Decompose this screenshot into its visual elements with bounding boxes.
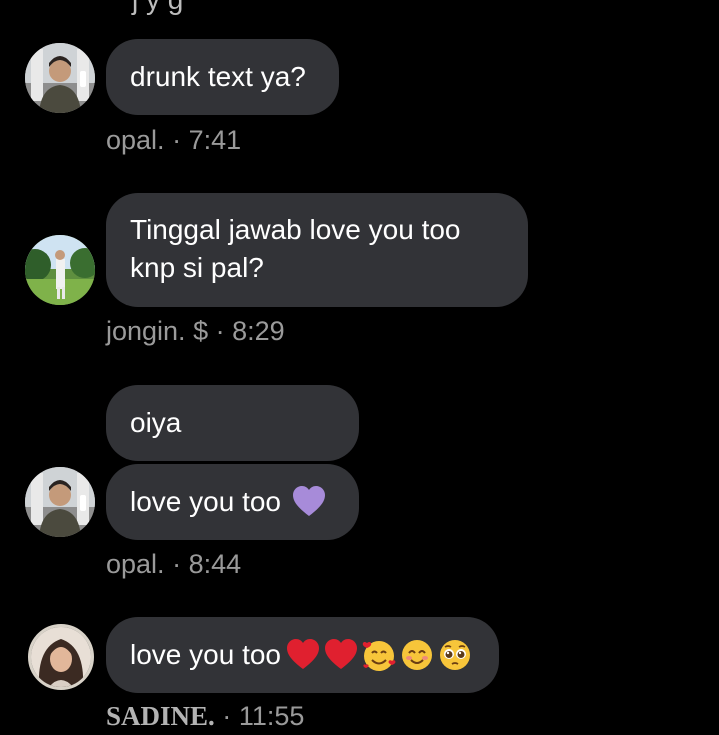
message-meta: SADINE. · 11:55 [106,700,304,732]
avatar-jongin[interactable] [25,235,95,305]
clipped-previous-text: j y g [132,0,183,14]
sender-name[interactable]: opal. [106,549,165,579]
message-meta: opal. · 8:44 [106,548,241,580]
purple-heart-icon [293,486,325,516]
message-bubble[interactable]: love you too [106,464,359,540]
red-heart-icon [287,639,319,669]
emoji-row [285,637,473,673]
red-heart-icon [325,639,357,669]
avatar-opal-photo [25,467,95,537]
avatar-sadine-photo [31,627,91,687]
message-meta: opal. · 7:41 [106,124,241,156]
message-text-line: Tinggal jawab love you too [130,214,461,245]
message-meta: jongin. $ · 8:29 [106,315,285,347]
message-text-line: knp si pal? [130,252,264,283]
sender-name[interactable]: opal. [106,125,165,155]
message-bubble[interactable]: love you too [106,617,499,693]
message-bubble[interactable]: drunk text ya? [106,39,339,115]
message-time: 8:29 [232,316,285,346]
emoji-row [291,484,327,520]
message-time: 8:44 [188,549,242,579]
meta-separator: · [222,701,232,731]
message-text: love you too [130,639,281,670]
meta-separator: · [172,549,182,579]
pleading-face-icon [440,640,470,670]
message-bubble[interactable]: Tinggal jawab love you too knp si pal? [106,193,528,307]
message-bubble[interactable]: oiya [106,385,359,461]
message-time: 7:41 [188,125,242,155]
avatar-jongin-photo [25,235,95,305]
message-time: 11:55 [238,701,305,731]
meta-separator: · [215,316,225,346]
smiling-face-with-smiling-eyes-icon [402,640,432,670]
avatar-opal[interactable] [25,43,95,113]
avatar-opal[interactable] [25,467,95,537]
smiling-face-with-hearts-icon [362,641,396,671]
message-text: love you too [130,486,281,517]
sender-name[interactable]: SADINE. [106,701,215,731]
avatar-opal-photo [25,43,95,113]
meta-separator: · [172,125,182,155]
sender-name[interactable]: jongin. $ [106,316,208,346]
message-text: drunk text ya? [130,61,306,92]
avatar-sadine[interactable] [28,624,94,690]
message-text: oiya [130,407,182,438]
